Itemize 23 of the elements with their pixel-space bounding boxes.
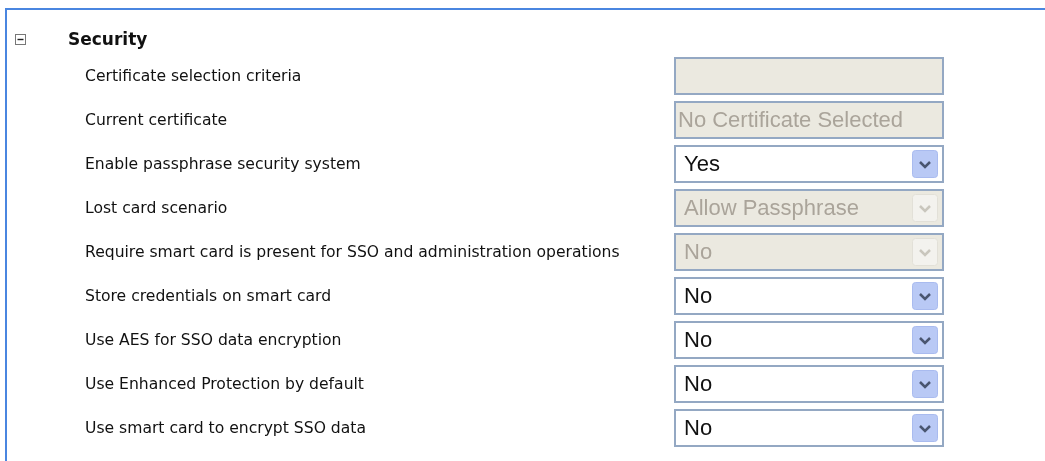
caret-icon xyxy=(912,326,938,354)
section-title: Security xyxy=(68,29,148,49)
dropdown[interactable]: Yes xyxy=(674,145,944,183)
caret-icon xyxy=(912,370,938,398)
setting-label: Certificate selection criteria xyxy=(84,67,303,85)
setting-label: Lost card scenario xyxy=(84,199,229,217)
dropdown[interactable]: No xyxy=(674,365,944,403)
setting-label: Use Enhanced Protection by default xyxy=(84,375,365,393)
setting-label: Current certificate xyxy=(84,111,229,129)
dropdown[interactable]: No xyxy=(674,409,944,447)
caret-icon xyxy=(912,238,938,266)
collapse-icon[interactable] xyxy=(15,33,26,45)
setting-label: Enable passphrase security system xyxy=(84,155,362,173)
dropdown[interactable]: No xyxy=(674,321,944,359)
setting-label: Require smart card is present for SSO and administration operations xyxy=(84,243,621,261)
caret-icon xyxy=(912,194,938,222)
caret-icon xyxy=(912,282,938,310)
setting-label: Use smart card to encrypt SSO data xyxy=(84,419,367,437)
caret-icon xyxy=(912,150,938,178)
setting-label: Use AES for SSO data encryption xyxy=(84,331,343,349)
setting-label: Store credentials on smart card xyxy=(84,287,333,305)
dropdown[interactable]: No xyxy=(674,277,944,315)
caret-icon xyxy=(912,414,938,442)
